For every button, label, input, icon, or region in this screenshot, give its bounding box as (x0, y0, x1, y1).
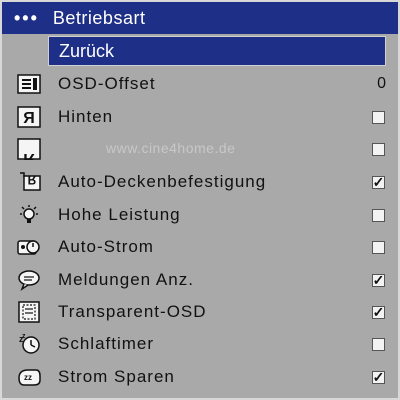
menu-item-label: OSD-Offset (58, 74, 156, 93)
menu-item-hinten[interactable]: Я Hinten (2, 101, 398, 133)
menu-item-auto-strom[interactable]: Auto-Strom (2, 231, 398, 263)
mirrored-checkbox[interactable] (372, 142, 385, 156)
schlaftimer-checkbox[interactable] (372, 337, 385, 351)
back-button[interactable]: Zurück (48, 36, 386, 66)
svg-text:Я: Я (23, 110, 35, 127)
transparent-osd-icon (14, 300, 44, 324)
menu-item-label: Meldungen Anz. (58, 270, 194, 289)
menu-item-label: Auto-Deckenbefestigung (58, 172, 267, 191)
lightbulb-icon (14, 203, 44, 227)
menu-item-transparent-osd[interactable]: Transparent-OSD ✓ (2, 296, 398, 328)
menu-item-mirrored[interactable]: Я (2, 133, 398, 165)
menu-item-label: Schlaftimer (58, 334, 155, 353)
check-mark: ✓ (372, 272, 385, 288)
auto-strom-checkbox[interactable] (372, 240, 385, 254)
osd-menu-panel: ••• Betriebsart Zurück www.cine4home.de … (0, 0, 400, 400)
check-mark: ✓ (372, 369, 385, 385)
menu-item-label: Auto-Strom (58, 237, 154, 256)
mirrored-projection-icon: Я (14, 137, 44, 161)
osd-offset-value: 0 (377, 75, 386, 92)
menu-item-osd-offset[interactable]: OSD-Offset 0 (2, 68, 398, 100)
sleep-timer-icon: z z (14, 332, 44, 356)
svg-text:zz: zz (24, 373, 32, 382)
menu-item-meldungen-anz[interactable]: Meldungen Anz. ✓ (2, 264, 398, 296)
menu-title-bar: ••• Betriebsart (2, 2, 398, 34)
transparent-osd-checkbox[interactable]: ✓ (372, 304, 385, 320)
strom-sparen-checkbox[interactable]: ✓ (372, 369, 385, 385)
menu-item-auto-deckenbefestigung[interactable]: R Auto-Deckenbefestigung ✓ (2, 166, 398, 198)
menu-title: Betriebsart (52, 7, 146, 28)
message-bubble-icon (14, 268, 44, 292)
power-save-icon: zz (14, 365, 44, 389)
meldungen-anz-checkbox[interactable]: ✓ (372, 272, 385, 288)
svg-text:R: R (28, 173, 37, 187)
menu-item-hohe-leistung[interactable]: Hohe Leistung (2, 199, 398, 231)
check-mark: ✓ (372, 174, 385, 190)
back-label: Zurück (59, 40, 115, 61)
menu-item-label: Hohe Leistung (58, 205, 181, 224)
menu-dots-icon: ••• (14, 8, 39, 28)
auto-deckenbefestigung-checkbox[interactable]: ✓ (372, 174, 385, 190)
menu-item-label: Strom Sparen (58, 367, 175, 386)
menu-item-schlaftimer[interactable]: z z Schlaftimer (2, 328, 398, 360)
hohe-leistung-checkbox[interactable] (372, 208, 385, 222)
menu-item-strom-sparen[interactable]: zz Strom Sparen ✓ (2, 361, 398, 393)
menu-item-label: Hinten (58, 107, 114, 126)
auto-power-icon (14, 235, 44, 259)
check-mark: ✓ (372, 304, 385, 320)
svg-text:Я: Я (23, 150, 35, 160)
ceiling-mount-icon: R (14, 170, 44, 194)
hinten-checkbox[interactable] (372, 110, 385, 124)
svg-text:z: z (22, 333, 26, 340)
rear-projection-icon: Я (14, 105, 44, 129)
menu-item-label: Transparent-OSD (58, 302, 207, 321)
osd-offset-icon (14, 72, 44, 96)
